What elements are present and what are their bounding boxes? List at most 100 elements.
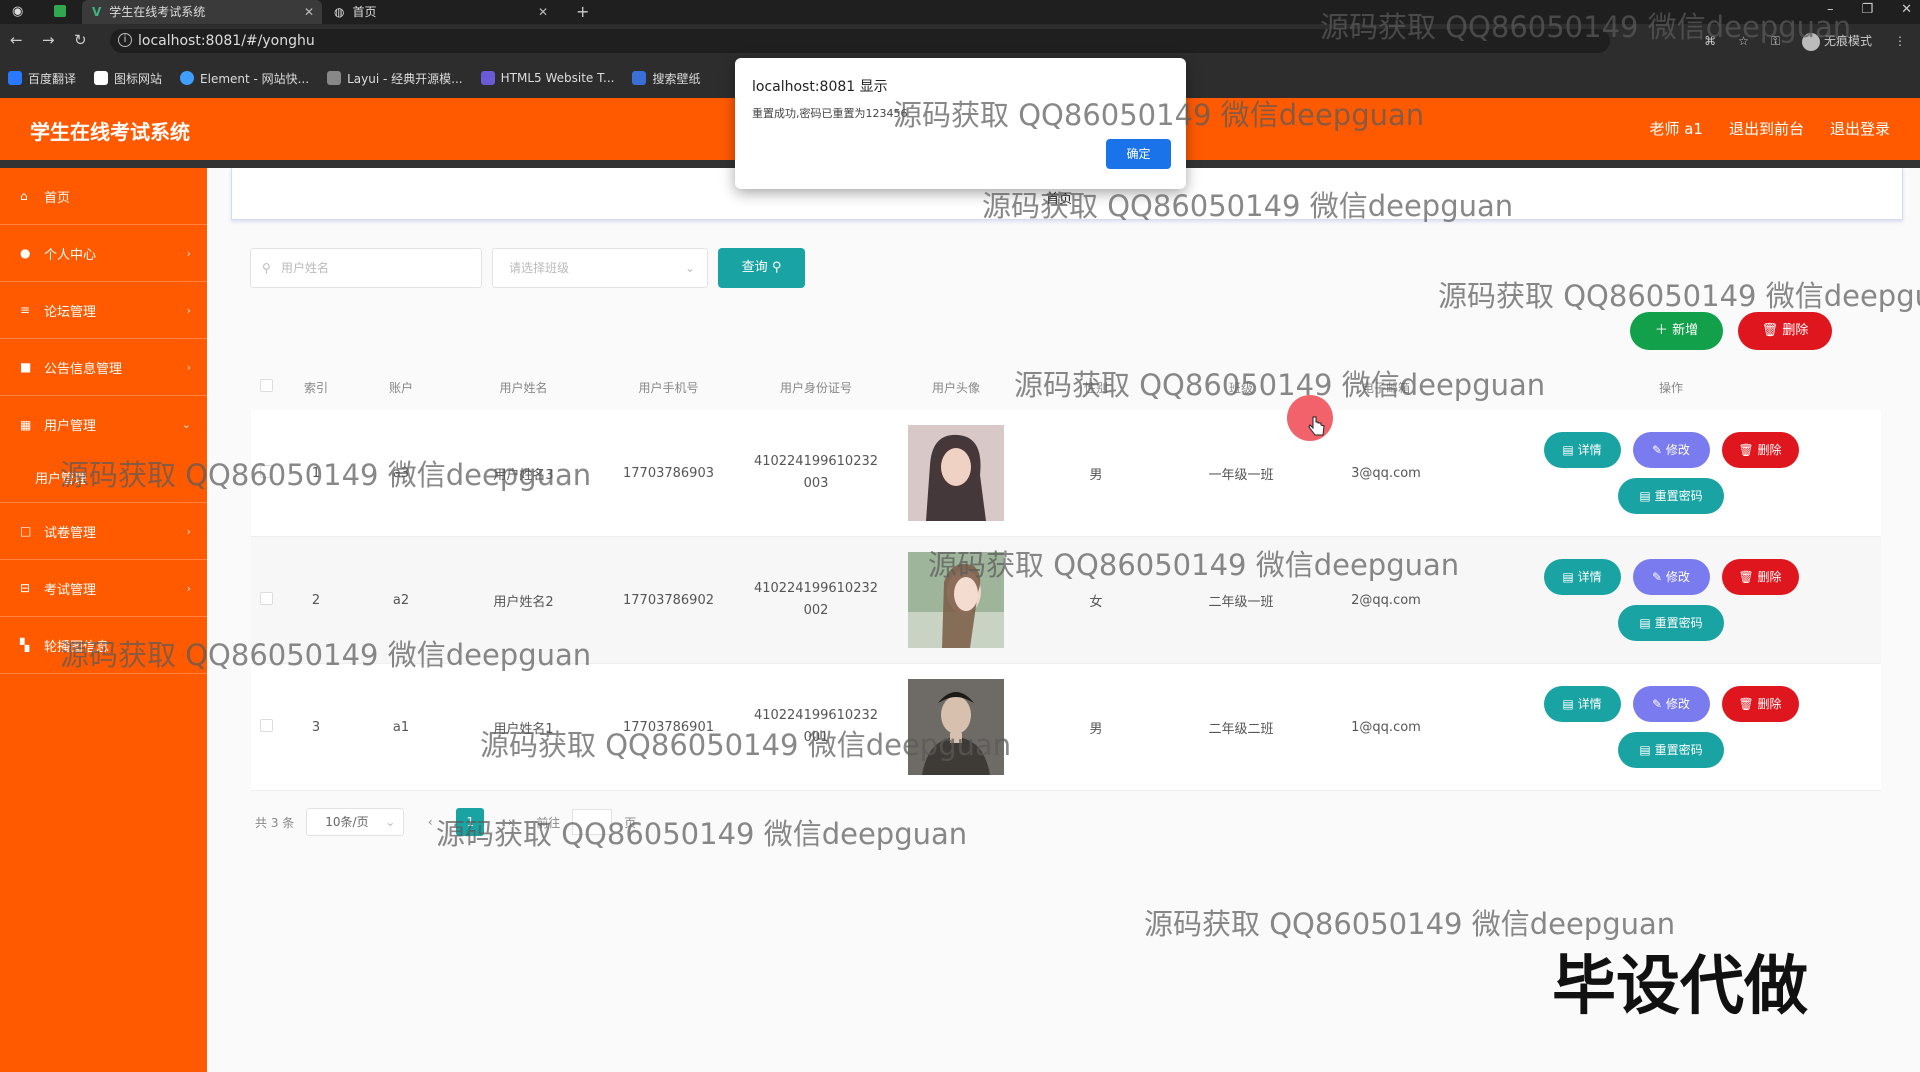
paper-icon: □ xyxy=(20,524,32,538)
notice-icon: ■ xyxy=(20,360,32,374)
logout-link[interactable]: 退出登录 xyxy=(1830,118,1890,139)
app-favicon xyxy=(54,5,66,17)
info-icon[interactable]: i xyxy=(118,33,132,47)
list-icon: ≡ xyxy=(20,303,31,317)
sidebar-item-forum[interactable]: ≡ 论坛管理 › xyxy=(0,282,207,339)
translate-icon[interactable]: ⌘ xyxy=(1704,34,1716,48)
sidebar-item-exams[interactable]: ⊟ 考试管理 › xyxy=(0,560,207,617)
edit-button[interactable]: ✎ 修改 xyxy=(1632,432,1710,468)
detail-button[interactable]: ▤ 详情 xyxy=(1543,432,1621,468)
chevron-icon: › xyxy=(186,246,191,260)
cursor-highlight xyxy=(1287,395,1333,441)
reset-password-button[interactable]: ▤ 重置密码 xyxy=(1618,605,1724,641)
reload-icon[interactable]: ↻ xyxy=(74,31,87,49)
bookmark-icon xyxy=(632,71,647,85)
col-phone: 用户手机号 xyxy=(638,380,699,395)
bookmark-item[interactable]: 搜索壁纸 xyxy=(632,70,700,87)
cell-idcard: 410224199610232 003 xyxy=(753,454,879,491)
cell-account: a1 xyxy=(392,719,410,735)
reset-password-button[interactable]: ▤ 重置密码 xyxy=(1618,732,1724,768)
sidebar-subitem-users[interactable]: 用户管理 xyxy=(0,453,207,503)
bookmark-icon xyxy=(180,71,195,85)
menu-icon[interactable]: ⋮ xyxy=(1894,34,1906,48)
star-icon[interactable]: ☆ xyxy=(1738,34,1749,48)
reset-password-button[interactable]: ▤ 重置密码 xyxy=(1618,478,1724,514)
col-account: 账户 xyxy=(388,380,413,395)
delete-button[interactable]: 🗑 删除 xyxy=(1721,559,1799,595)
current-user-link[interactable]: 老师 a1 xyxy=(1649,118,1703,139)
key-icon[interactable]: ⚿ xyxy=(1771,34,1780,49)
forward-icon[interactable]: → xyxy=(42,31,55,49)
back-to-front-link[interactable]: 退出到前台 xyxy=(1729,118,1804,139)
incognito-icon xyxy=(1801,32,1820,51)
cell-phone: 17703786903 xyxy=(623,465,714,481)
table-header: 索引 账户 用户姓名 用户手机号 用户身份证号 用户头像 性别 班级 电子邮箱 … xyxy=(251,364,1881,410)
search-bar: ⚲ 用户姓名 请选择班级 ⌄ 查询 ⚲ xyxy=(250,248,805,288)
address-bar-row: ← → ↻ i localhost:8081/#/yonghu ⌘ ☆ ⚿ 无痕… xyxy=(0,24,1920,58)
back-icon[interactable]: ← xyxy=(10,31,23,49)
add-button[interactable]: ＋ 新增 xyxy=(1630,312,1723,350)
browser-tabbar: ◉ V 学生在线考试系统 ✕ ◍ 首页 ✕ + – ❐ ✕ xyxy=(0,0,1920,24)
class-select[interactable]: 请选择班级 ⌄ xyxy=(492,248,708,288)
close-tab-icon[interactable]: ✕ xyxy=(538,0,548,24)
goto-page-input[interactable] xyxy=(572,809,613,835)
avatar xyxy=(908,425,1004,521)
detail-button[interactable]: ▤ 详情 xyxy=(1543,559,1621,595)
query-button[interactable]: 查询 ⚲ xyxy=(718,248,805,288)
cell-phone: 17703786901 xyxy=(623,719,714,735)
sidebar-item-home[interactable]: ⌂ 首页 xyxy=(0,168,207,225)
delete-button[interactable]: 🗑 删除 xyxy=(1721,432,1799,468)
new-tab-button[interactable]: + xyxy=(576,2,589,21)
table-row: 3 a1 用户姓名1 17703786901 410224199610232 00… xyxy=(251,664,1881,791)
cell-idcard: 410224199610232 001 xyxy=(753,708,879,745)
row-checkbox[interactable] xyxy=(259,464,273,478)
bookmark-item[interactable]: 百度翻译 xyxy=(8,70,76,87)
bookmark-item[interactable]: Element - 网站快... xyxy=(180,70,309,87)
bookmark-icon xyxy=(8,71,22,85)
tab-home[interactable]: ◍ 首页 ✕ xyxy=(326,0,556,24)
page-1-button[interactable]: 1 xyxy=(456,808,485,836)
bookmark-icon xyxy=(94,71,109,85)
cell-email: 3@qq.com xyxy=(1351,465,1421,481)
bookmark-item[interactable]: 图标网站 xyxy=(94,70,162,87)
name-search-input[interactable]: ⚲ 用户姓名 xyxy=(250,248,482,288)
bookmark-item[interactable]: Layui - 经典开源模... xyxy=(327,70,463,87)
restore-icon[interactable]: ❐ xyxy=(1861,0,1873,20)
alert-dialog: localhost:8081 显示 重置成功,密码已重置为123456 确定 xyxy=(735,58,1186,189)
dialog-message: 重置成功,密码已重置为123456 xyxy=(752,107,908,120)
row-checkbox[interactable] xyxy=(259,591,273,605)
close-tab-icon[interactable]: ✕ xyxy=(304,0,314,24)
select-all-checkbox[interactable] xyxy=(259,379,273,392)
delete-button[interactable]: 🗑 删除 xyxy=(1721,686,1799,722)
page-size-select[interactable]: 10条/页 ⌄ xyxy=(306,808,405,836)
minimize-icon[interactable]: – xyxy=(1827,0,1834,20)
search-icon: ⚲ xyxy=(262,261,271,275)
col-gender: 性别 xyxy=(1083,380,1108,395)
sidebar-item-users[interactable]: ▦ 用户管理 ⌄ xyxy=(0,396,207,453)
tab-exam-system[interactable]: V 学生在线考试系统 ✕ xyxy=(82,0,322,24)
edit-button[interactable]: ✎ 修改 xyxy=(1632,559,1710,595)
sidebar-item-papers[interactable]: □ 试卷管理 › xyxy=(0,503,207,560)
edit-button[interactable]: ✎ 修改 xyxy=(1632,686,1710,722)
prev-page-button[interactable]: ‹ xyxy=(416,808,444,836)
cell-phone: 17703786902 xyxy=(623,592,714,608)
pagination: 共 3 条 10条/页 ⌄ ‹ 1 › 前往 页 xyxy=(255,808,636,836)
sidebar-item-carousel[interactable]: ▚ 轮播图信息 xyxy=(0,617,207,674)
row-checkbox[interactable] xyxy=(259,718,273,732)
sidebar-item-profile[interactable]: ● 个人中心 › xyxy=(0,225,207,282)
dialog-ok-button[interactable]: 确定 xyxy=(1106,139,1171,169)
close-window-icon[interactable]: ✕ xyxy=(1901,0,1912,20)
home-icon: ⌂ xyxy=(20,189,28,203)
exam-icon: ⊟ xyxy=(20,581,31,595)
cell-class: 二年级一班 xyxy=(1208,594,1274,610)
bookmark-item[interactable]: HTML5 Website T... xyxy=(480,71,614,85)
detail-button[interactable]: ▤ 详情 xyxy=(1543,686,1621,722)
row-actions: ▤ 详情 ✎ 修改 🗑 删除 ▤ 重置密码 xyxy=(1541,432,1801,514)
cell-account: a3 xyxy=(392,465,410,481)
breadcrumb[interactable]: 首页 xyxy=(1046,188,1072,207)
batch-delete-button[interactable]: 🗑 删除 xyxy=(1738,312,1832,350)
incognito-badge[interactable]: 无痕模式 xyxy=(1801,32,1872,51)
sidebar-item-notice[interactable]: ■ 公告信息管理 › xyxy=(0,339,207,396)
next-page-button[interactable]: › xyxy=(496,808,524,836)
url-field[interactable]: i localhost:8081/#/yonghu xyxy=(110,29,1610,53)
